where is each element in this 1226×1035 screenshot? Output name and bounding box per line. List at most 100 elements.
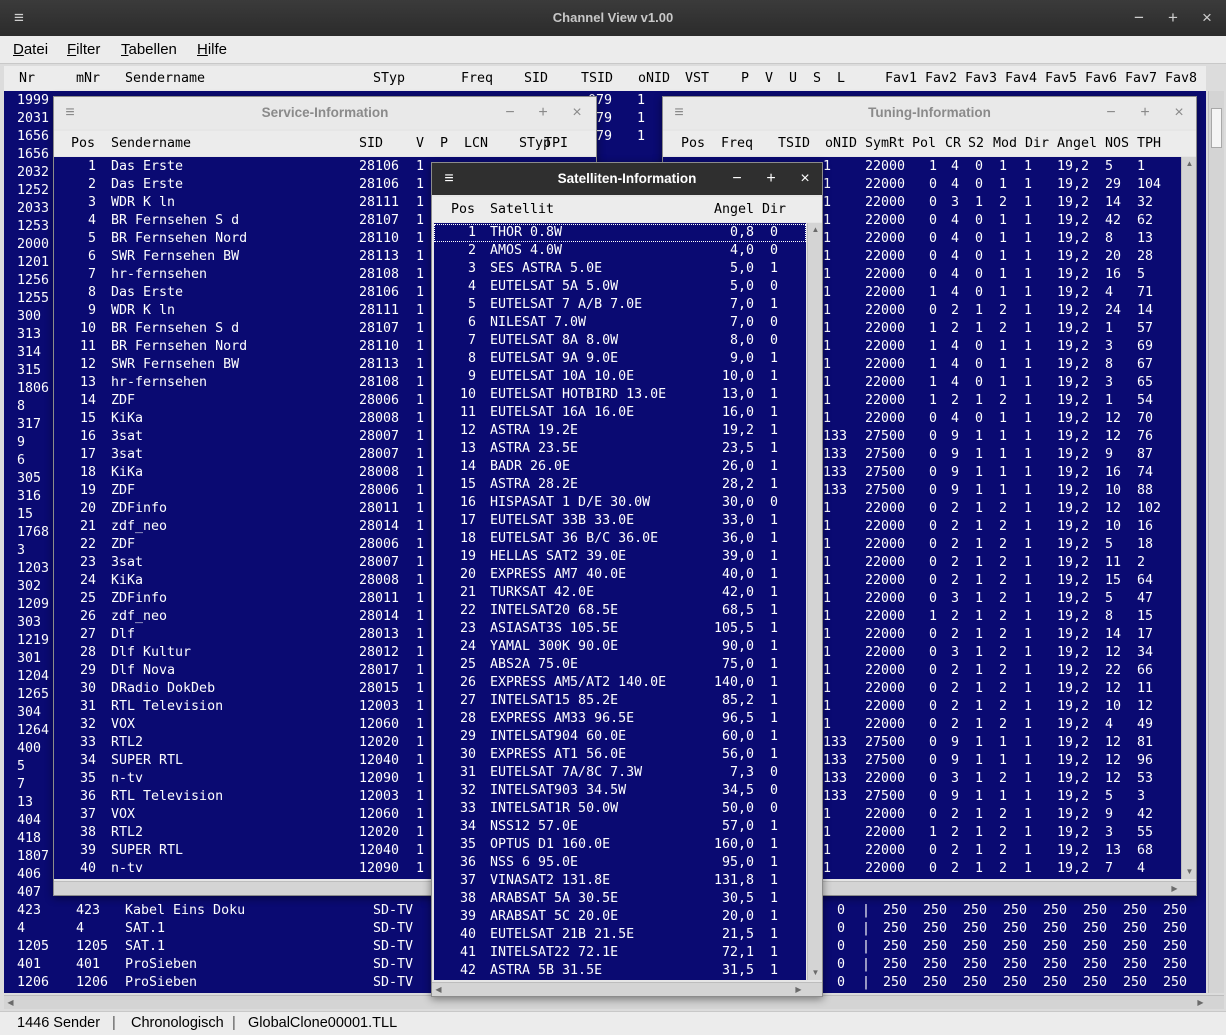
satellite-row[interactable]: 36 NSS 6 95.0E 95,0 1	[434, 854, 806, 872]
tuning-cell: 0	[929, 249, 938, 264]
satellite-angle: 96,5	[721, 711, 754, 726]
tuning-cell: 27500	[865, 789, 906, 804]
satellite-row[interactable]: 32 INTELSAT903 34.5W 34,5 0	[434, 782, 806, 800]
satellite-row[interactable]: 6 NILESAT 7.0W 7,0 0	[434, 314, 806, 332]
satellite-row[interactable]: 12 ASTRA 19.2E 19,2 1	[434, 422, 806, 440]
service-window-titlebar[interactable]: ≡ Service-Information − + ×	[54, 97, 596, 129]
menu-tabellen[interactable]: Tabellen	[121, 41, 177, 58]
satellite-row[interactable]: 24 YAMAL 300K 90.0E 90,0 1	[434, 638, 806, 656]
tuning-vertical-scrollbar[interactable]: ▲ ▼	[1181, 157, 1196, 879]
tuning-minimize-icon[interactable]: −	[1100, 97, 1122, 129]
satellite-row[interactable]: 8 EUTELSAT 9A 9.0E 9,0 1	[434, 350, 806, 368]
satellite-window-titlebar[interactable]: ≡ Satelliten-Information − + ×	[432, 163, 822, 195]
service-name: SUPER RTL	[111, 753, 184, 768]
satellite-row[interactable]: 16 HISPASAT 1 D/E 30.0W 30,0 0	[434, 494, 806, 512]
tuning-cell: 1	[1024, 645, 1033, 660]
main-horizontal-scrollbar[interactable]: ◀ ▶	[4, 995, 1224, 1009]
tuning-cell: 2	[999, 303, 1008, 318]
satellite-angle: 13,0	[721, 387, 754, 402]
scroll-right-icon[interactable]: ▶	[1194, 996, 1207, 1009]
satellite-row[interactable]: 14 BADR 26.0E 26,0 1	[434, 458, 806, 476]
satellite-close-icon[interactable]: ×	[794, 163, 816, 195]
satellite-row[interactable]: 5 EUTELSAT 7 A/B 7.0E 7,0 1	[434, 296, 806, 314]
satellite-list[interactable]: 1 THOR 0.8W 0,8 0 2 AMOS 4.0W 4,0 0 3 SES ASTRA 5…	[434, 223, 806, 980]
satellite-row[interactable]: 3 SES ASTRA 5.0E 5,0 1	[434, 260, 806, 278]
satellite-maximize-icon[interactable]: +	[760, 163, 782, 195]
satellite-row[interactable]: 39 ARABSAT 5C 20.0E 20,0 1	[434, 908, 806, 926]
tuning-scroll-up-icon[interactable]: ▲	[1183, 157, 1196, 170]
satellite-row[interactable]: 21 TURKSAT 42.0E 42,0 1	[434, 584, 806, 602]
service-pos: 14	[79, 393, 96, 408]
channel-mnr: 1205	[76, 939, 109, 954]
satellite-row[interactable]: 33 INTELSAT1R 50.0W 50,0 0	[434, 800, 806, 818]
satellite-row[interactable]: 26 EXPRESS AM5/AT2 140.0E 140,0 1	[434, 674, 806, 692]
satellite-row[interactable]: 9 EUTELSAT 10A 10.0E 10,0 1	[434, 368, 806, 386]
minimize-icon[interactable]: −	[1125, 0, 1153, 36]
satellite-row[interactable]: 18 EUTELSAT 36 B/C 36.0E 36,0 1	[434, 530, 806, 548]
satellite-row[interactable]: 42 ASTRA 5B 31.5E 31,5 1	[434, 962, 806, 980]
tuning-cell: 16	[1105, 465, 1122, 480]
satellite-scroll-left-icon[interactable]: ◀	[432, 983, 445, 996]
satellite-row[interactable]: 1 THOR 0.8W 0,8 0	[434, 224, 806, 242]
tuning-cell: 16	[1137, 519, 1154, 534]
tuning-cell: 27500	[865, 483, 906, 498]
satellite-vertical-scrollbar[interactable]: ▲ ▼	[807, 223, 822, 980]
tuning-cell: 0	[929, 303, 938, 318]
tuning-maximize-icon[interactable]: +	[1134, 97, 1156, 129]
tuning-cell: 1	[1137, 159, 1146, 174]
satellite-scroll-up-icon[interactable]: ▲	[809, 223, 822, 236]
satellite-row[interactable]: 10 EUTELSAT HOTBIRD 13.0E 13,0 1	[434, 386, 806, 404]
satellite-row[interactable]: 40 EUTELSAT 21B 21.5E 21,5 1	[434, 926, 806, 944]
service-maximize-icon[interactable]: +	[532, 97, 554, 129]
main-scroll-thumb[interactable]	[1211, 108, 1222, 148]
tuning-cell: 22000	[865, 231, 906, 246]
tuning-cell: 1	[975, 195, 984, 210]
tuning-close-icon[interactable]: ×	[1168, 97, 1190, 129]
menu-hilfe[interactable]: Hilfe	[197, 41, 227, 58]
satellite-horizontal-scrollbar[interactable]: ◀ ▶	[432, 982, 822, 996]
satellite-row[interactable]: 25 ABS2A 75.0E 75,0 1	[434, 656, 806, 674]
tuning-cell: 42	[1105, 213, 1122, 228]
satellite-row[interactable]: 37 VINASAT2 131.8E 131,8 1	[434, 872, 806, 890]
satellite-scroll-down-icon[interactable]: ▼	[809, 966, 822, 979]
channel-fav: 250	[1043, 921, 1068, 936]
satellite-row[interactable]: 23 ASIASAT3S 105.5E 105,5 1	[434, 620, 806, 638]
satellite-row[interactable]: 34 NSS12 57.0E 57,0 1	[434, 818, 806, 836]
menu-filter[interactable]: Filter	[67, 41, 100, 58]
satellite-row[interactable]: 35 OPTUS D1 160.0E 160,0 1	[434, 836, 806, 854]
tuning-cell: 88	[1137, 483, 1154, 498]
channel-onid: 0	[837, 921, 846, 936]
maximize-icon[interactable]: +	[1159, 0, 1187, 36]
satellite-row[interactable]: 13 ASTRA 23.5E 23,5 1	[434, 440, 806, 458]
service-close-icon[interactable]: ×	[566, 97, 588, 129]
main-vertical-scrollbar[interactable]	[1208, 91, 1224, 993]
satellite-row[interactable]: 19 HELLAS SAT2 39.0E 39,0 1	[434, 548, 806, 566]
tuning-window-titlebar[interactable]: ≡ Tuning-Information − + ×	[663, 97, 1196, 129]
satellite-row[interactable]: 7 EUTELSAT 8A 8.0W 8,0 0	[434, 332, 806, 350]
tuning-scroll-down-icon[interactable]: ▼	[1183, 865, 1196, 878]
satellite-row[interactable]: 30 EXPRESS AT1 56.0E 56,0 1	[434, 746, 806, 764]
tuning-scroll-right-icon[interactable]: ▶	[1168, 882, 1181, 895]
satellite-scroll-right-icon[interactable]: ▶	[792, 983, 805, 996]
satellite-row[interactable]: 38 ARABSAT 5A 30.5E 30,5 1	[434, 890, 806, 908]
satellite-row[interactable]: 11 EUTELSAT 16A 16.0E 16,0 1	[434, 404, 806, 422]
satellite-row[interactable]: 17 EUTELSAT 33B 33.0E 33,0 1	[434, 512, 806, 530]
tuning-cell: 1	[1024, 195, 1033, 210]
satellite-row[interactable]: 31 EUTELSAT 7A/8C 7.3W 7,3 0	[434, 764, 806, 782]
channel-nr: 313	[17, 327, 42, 342]
satellite-row[interactable]: 27 INTELSAT15 85.2E 85,2 1	[434, 692, 806, 710]
satellite-row[interactable]: 28 EXPRESS AM33 96.5E 96,5 1	[434, 710, 806, 728]
service-minimize-icon[interactable]: −	[499, 97, 521, 129]
satellite-row[interactable]: 22 INTELSAT20 68.5E 68,5 1	[434, 602, 806, 620]
satellite-row[interactable]: 20 EXPRESS AM7 40.0E 40,0 1	[434, 566, 806, 584]
close-icon[interactable]: ×	[1193, 0, 1221, 36]
satellite-row[interactable]: 41 INTELSAT22 72.1E 72,1 1	[434, 944, 806, 962]
satellite-row[interactable]: 29 INTELSAT904 60.0E 60,0 1	[434, 728, 806, 746]
satellite-minimize-icon[interactable]: −	[726, 163, 748, 195]
satellite-row[interactable]: 2 AMOS 4.0W 4,0 0	[434, 242, 806, 260]
scroll-left-icon[interactable]: ◀	[4, 996, 17, 1009]
satellite-row[interactable]: 4 EUTELSAT 5A 5.0W 5,0 0	[434, 278, 806, 296]
service-name: Das Erste	[111, 285, 184, 300]
menu-datei[interactable]: Datei	[13, 41, 48, 58]
satellite-row[interactable]: 15 ASTRA 28.2E 28,2 1	[434, 476, 806, 494]
